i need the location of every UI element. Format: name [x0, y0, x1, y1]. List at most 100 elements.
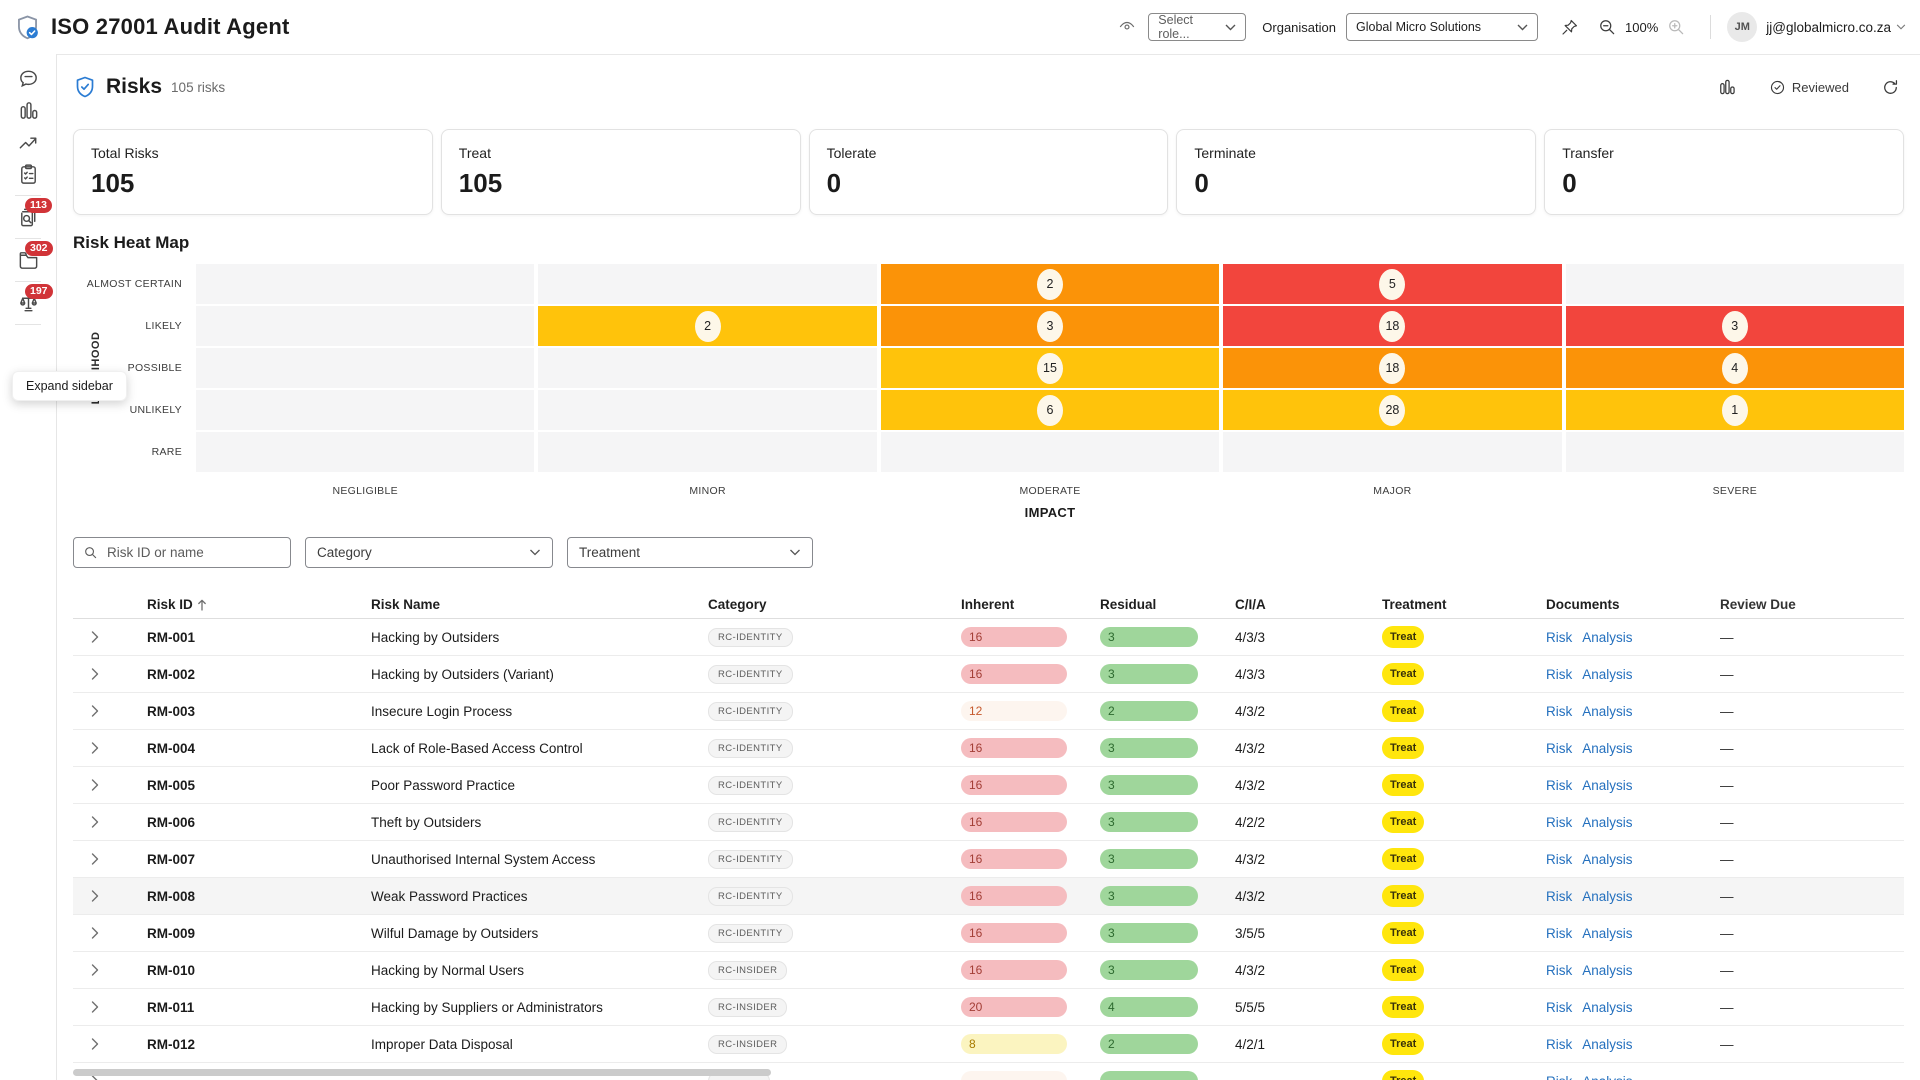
table-row[interactable]: RM-002 Hacking by Outsiders (Variant) RC… [73, 656, 1904, 693]
analysis-document-link[interactable]: Analysis [1582, 704, 1632, 719]
row-expand-button[interactable] [73, 927, 123, 939]
analysis-document-link[interactable]: Analysis [1582, 926, 1632, 941]
row-expand-button[interactable] [73, 631, 123, 643]
row-expand-button[interactable] [73, 890, 123, 902]
risk-document-link[interactable]: Risk [1546, 889, 1572, 904]
heatmap-cell[interactable]: 6 [881, 390, 1219, 430]
table-row[interactable]: RM-012 Improper Data Disposal RC-INSIDER… [73, 1026, 1904, 1063]
heatmap-cell[interactable]: 15 [881, 348, 1219, 388]
column-header-category[interactable]: Category [684, 597, 937, 612]
column-header-review-due[interactable]: Review Due [1696, 597, 1904, 612]
sidebar-item-checklist[interactable] [0, 158, 56, 190]
reviewed-toggle[interactable]: Reviewed [1763, 78, 1855, 97]
risk-search-box[interactable] [73, 537, 291, 568]
heatmap-cell[interactable] [196, 432, 534, 472]
row-expand-button[interactable] [73, 1001, 123, 1013]
organisation-select[interactable]: Global Micro Solutions [1346, 13, 1538, 41]
risk-document-link[interactable]: Risk [1546, 778, 1572, 793]
chevron-down-icon[interactable] [1896, 24, 1906, 30]
row-expand-button[interactable] [73, 742, 123, 754]
column-header-residual[interactable]: Residual [1076, 597, 1211, 612]
risk-document-link[interactable]: Risk [1546, 926, 1572, 941]
column-header-cia[interactable]: C/I/A [1211, 597, 1358, 612]
analysis-document-link[interactable]: Analysis [1582, 1037, 1632, 1052]
user-email[interactable]: jj@globalmicro.co.za [1766, 20, 1891, 35]
heatmap-cell[interactable] [881, 432, 1219, 472]
table-row[interactable]: RM-010 Hacking by Normal Users RC-INSIDE… [73, 952, 1904, 989]
sidebar-item-trend[interactable] [0, 126, 56, 158]
column-header-risk-id[interactable]: Risk ID [123, 597, 347, 612]
heatmap-cell[interactable]: 18 [1223, 306, 1561, 346]
heatmap-cell[interactable] [196, 390, 534, 430]
heatmap-cell[interactable] [538, 348, 876, 388]
column-header-risk-name[interactable]: Risk Name [347, 597, 684, 612]
table-row[interactable]: RM-004 Lack of Role-Based Access Control… [73, 730, 1904, 767]
risk-document-link[interactable]: Risk [1546, 1074, 1572, 1080]
row-expand-button[interactable] [73, 668, 123, 680]
heatmap-cell[interactable]: 28 [1223, 390, 1561, 430]
table-row[interactable]: RM-009 Wilful Damage by Outsiders RC-IDE… [73, 915, 1904, 952]
pin-icon[interactable] [1556, 14, 1583, 41]
heatmap-cell[interactable]: 2 [881, 264, 1219, 304]
heatmap-cell[interactable] [538, 432, 876, 472]
heatmap-cell[interactable] [1566, 264, 1904, 304]
row-expand-button[interactable] [73, 1038, 123, 1050]
sidebar-item-chat[interactable] [0, 62, 56, 94]
zoom-in-icon[interactable] [1662, 13, 1690, 41]
heatmap-cell[interactable] [196, 348, 534, 388]
heatmap-cell[interactable]: 4 [1566, 348, 1904, 388]
analysis-document-link[interactable]: Analysis [1582, 778, 1632, 793]
table-row[interactable]: RM-008 Weak Password Practices RC-IDENTI… [73, 878, 1904, 915]
heatmap-cell[interactable]: 5 [1223, 264, 1561, 304]
heatmap-cell[interactable]: 3 [1566, 306, 1904, 346]
risk-document-link[interactable]: Risk [1546, 741, 1572, 756]
risk-document-link[interactable]: Risk [1546, 630, 1572, 645]
risk-document-link[interactable]: Risk [1546, 963, 1572, 978]
zoom-out-icon[interactable] [1593, 13, 1621, 41]
analysis-document-link[interactable]: Analysis [1582, 889, 1632, 904]
column-header-treatment[interactable]: Treatment [1358, 597, 1522, 612]
table-row[interactable]: RM-001 Hacking by Outsiders RC-IDENTITY … [73, 619, 1904, 656]
heatmap-cell[interactable] [538, 264, 876, 304]
horizontal-scrollbar-thumb[interactable] [73, 1069, 771, 1076]
analysis-document-link[interactable]: Analysis [1582, 741, 1632, 756]
role-select[interactable]: Select role... [1148, 13, 1246, 41]
heatmap-cell[interactable]: 2 [538, 306, 876, 346]
column-header-documents[interactable]: Documents [1522, 597, 1696, 612]
heatmap-cell[interactable] [196, 264, 534, 304]
risk-document-link[interactable]: Risk [1546, 1000, 1572, 1015]
risk-document-link[interactable]: Risk [1546, 667, 1572, 682]
column-header-inherent[interactable]: Inherent [937, 597, 1076, 612]
sidebar-item-doc-search[interactable]: 113 [0, 201, 56, 233]
heatmap-cell[interactable]: 1 [1566, 390, 1904, 430]
heatmap-cell[interactable]: 3 [881, 306, 1219, 346]
category-filter[interactable]: Category [305, 537, 553, 568]
analysis-document-link[interactable]: Analysis [1582, 1074, 1632, 1080]
risk-document-link[interactable]: Risk [1546, 704, 1572, 719]
row-expand-button[interactable] [73, 964, 123, 976]
heatmap-cell[interactable] [1566, 432, 1904, 472]
analysis-document-link[interactable]: Analysis [1582, 963, 1632, 978]
risk-document-link[interactable]: Risk [1546, 1037, 1572, 1052]
risk-document-link[interactable]: Risk [1546, 852, 1572, 867]
view-eye-icon[interactable] [1114, 14, 1140, 40]
search-input[interactable] [105, 544, 265, 561]
treatment-filter[interactable]: Treatment [567, 537, 813, 568]
row-expand-button[interactable] [73, 779, 123, 791]
sidebar-item-folder[interactable]: 302 [0, 244, 56, 276]
table-row[interactable]: RM-006 Theft by Outsiders RC-IDENTITY 16… [73, 804, 1904, 841]
row-expand-button[interactable] [73, 705, 123, 717]
sidebar-item-bar-chart[interactable] [0, 94, 56, 126]
table-row[interactable]: RM-003 Insecure Login Process RC-IDENTIT… [73, 693, 1904, 730]
avatar[interactable]: JM [1727, 12, 1757, 42]
table-row[interactable]: RM-011 Hacking by Suppliers or Administr… [73, 989, 1904, 1026]
table-row[interactable]: RM-005 Poor Password Practice RC-IDENTIT… [73, 767, 1904, 804]
heatmap-cell[interactable] [1223, 432, 1561, 472]
analysis-document-link[interactable]: Analysis [1582, 667, 1632, 682]
refresh-icon[interactable] [1877, 74, 1904, 101]
analysis-document-link[interactable]: Analysis [1582, 630, 1632, 645]
heatmap-cell[interactable]: 18 [1223, 348, 1561, 388]
row-expand-button[interactable] [73, 853, 123, 865]
risk-document-link[interactable]: Risk [1546, 815, 1572, 830]
row-expand-button[interactable] [73, 816, 123, 828]
